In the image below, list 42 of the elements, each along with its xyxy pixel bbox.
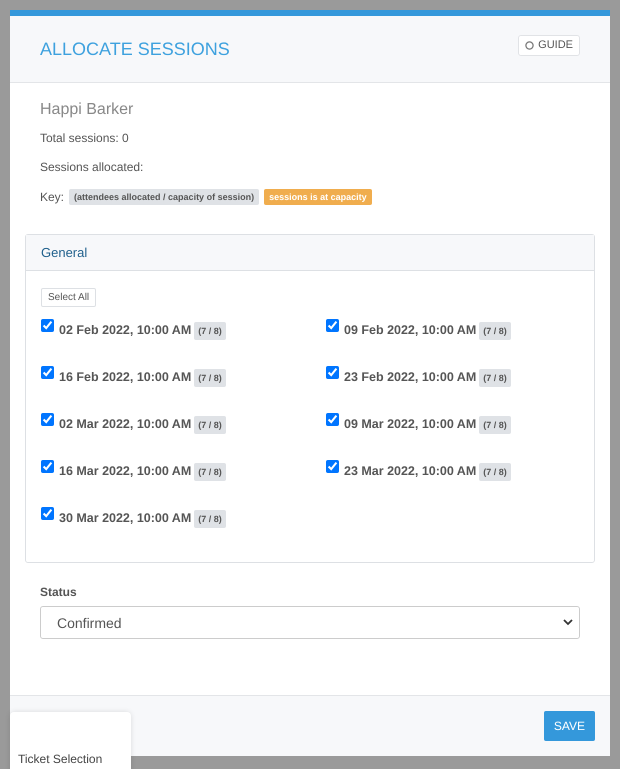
session-checkbox[interactable] xyxy=(326,319,339,332)
key-label: Key: xyxy=(40,190,64,204)
capacity-badge: (7 / 8) xyxy=(479,322,511,340)
status-label: Status xyxy=(40,585,78,599)
key-badge: (attendees allocated / capacity of session) xyxy=(69,189,260,205)
session-checkbox[interactable] xyxy=(326,366,339,379)
session-checkbox[interactable] xyxy=(41,366,54,379)
chevron-icon xyxy=(563,619,573,626)
status-select[interactable]: Confirmed xyxy=(40,606,580,639)
session-checkbox[interactable] xyxy=(41,319,54,332)
capacity-badge: (7 / 8) xyxy=(479,369,511,387)
session-date: 09 Mar 2022, 10:00 AM xyxy=(344,416,476,430)
session-date: 30 Mar 2022, 10:00 AM xyxy=(59,510,192,524)
select-all-button[interactable]: Select All xyxy=(41,288,96,307)
capacity-badge: (7 / 8) xyxy=(194,416,226,434)
key-badge: sessions is at capacity xyxy=(264,189,372,205)
session-date: 23 Feb 2022, 10:00 AM xyxy=(344,370,476,384)
session-date: 02 Feb 2022, 10:00 AM xyxy=(59,322,192,336)
session-checkbox[interactable] xyxy=(326,413,339,426)
capacity-badge: (7 / 8) xyxy=(194,369,226,387)
session-checkbox[interactable] xyxy=(41,460,54,473)
total-sessions-text: Total sessions: 0 xyxy=(39,131,130,145)
card-title: Ticket Selection xyxy=(18,752,102,766)
session-date: 16 Mar 2022, 10:00 AM xyxy=(59,464,192,478)
circle-icon xyxy=(525,40,534,50)
session-checkbox[interactable] xyxy=(326,460,339,473)
session-checkbox[interactable] xyxy=(41,507,54,520)
capacity-badge: (7 / 8) xyxy=(479,463,511,481)
capacity-badge: (7 / 8) xyxy=(194,463,226,481)
session-date: 23 Mar 2022, 10:00 AM xyxy=(344,464,476,478)
guide-button[interactable]: GUIDE xyxy=(518,34,580,56)
capacity-badge: (7 / 8) xyxy=(479,416,511,434)
session-date: 16 Feb 2022, 10:00 AM xyxy=(59,370,192,384)
sessions-allocated-text: Sessions allocated: xyxy=(39,160,144,174)
session-checkbox[interactable] xyxy=(41,413,54,426)
capacity-badge: (7 / 8) xyxy=(194,510,226,528)
capacity-badge: (7 / 8) xyxy=(194,322,226,340)
session-date: 02 Mar 2022, 10:00 AM xyxy=(59,416,192,430)
attendee-name: Happi Barker xyxy=(39,101,134,119)
modal-title: ALLOCATE SESSIONS xyxy=(40,38,230,60)
session-date: 09 Feb 2022, 10:00 AM xyxy=(344,322,476,336)
panel-title: General xyxy=(41,245,88,260)
